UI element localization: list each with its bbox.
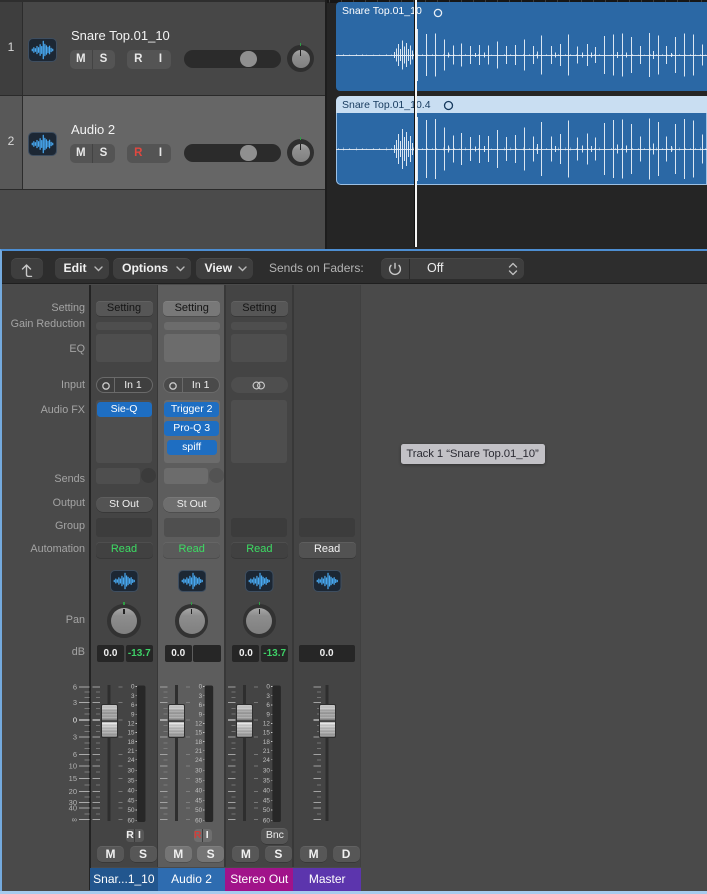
svg-text:3: 3 [199, 693, 203, 700]
svg-text:6: 6 [131, 702, 135, 709]
svg-text:10: 10 [69, 762, 77, 771]
svg-text:50: 50 [127, 807, 135, 814]
svg-text:21: 21 [127, 748, 135, 755]
svg-text:30: 30 [195, 767, 203, 774]
svg-text:∞: ∞ [72, 815, 77, 824]
svg-text:15: 15 [69, 774, 77, 783]
svg-text:45: 45 [195, 797, 203, 804]
svg-text:18: 18 [195, 739, 203, 746]
svg-text:3: 3 [131, 693, 135, 700]
svg-text:6: 6 [266, 702, 270, 709]
svg-text:21: 21 [263, 748, 271, 755]
svg-text:24: 24 [195, 757, 203, 764]
svg-text:15: 15 [263, 730, 271, 737]
svg-text:12: 12 [195, 721, 203, 728]
svg-text:3: 3 [73, 698, 77, 707]
svg-text:30: 30 [127, 767, 135, 774]
svg-text:35: 35 [127, 777, 135, 784]
svg-text:18: 18 [263, 739, 271, 746]
svg-text:12: 12 [263, 721, 271, 728]
svg-text:15: 15 [195, 730, 203, 737]
svg-text:0: 0 [73, 716, 77, 725]
svg-text:18: 18 [127, 739, 135, 746]
svg-text:3: 3 [73, 733, 77, 742]
svg-text:21: 21 [195, 748, 203, 755]
svg-text:60: 60 [127, 818, 135, 825]
svg-text:9: 9 [266, 712, 270, 719]
svg-text:60: 60 [263, 818, 271, 825]
svg-text:45: 45 [127, 797, 135, 804]
svg-text:60: 60 [195, 818, 203, 825]
svg-text:9: 9 [199, 712, 203, 719]
svg-text:40: 40 [127, 787, 135, 794]
svg-text:35: 35 [195, 777, 203, 784]
svg-text:50: 50 [195, 807, 203, 814]
svg-text:9: 9 [131, 712, 135, 719]
svg-text:6: 6 [73, 750, 77, 759]
svg-text:15: 15 [127, 730, 135, 737]
svg-text:20: 20 [69, 787, 77, 796]
svg-text:40: 40 [69, 804, 77, 813]
svg-text:0: 0 [131, 684, 135, 691]
svg-text:35: 35 [263, 777, 271, 784]
svg-text:45: 45 [263, 797, 271, 804]
svg-text:24: 24 [263, 757, 271, 764]
svg-text:0: 0 [199, 684, 203, 691]
svg-text:6: 6 [73, 683, 77, 692]
svg-text:0: 0 [266, 684, 270, 691]
svg-text:12: 12 [127, 721, 135, 728]
svg-text:30: 30 [263, 767, 271, 774]
svg-text:24: 24 [127, 757, 135, 764]
svg-text:40: 40 [195, 787, 203, 794]
svg-text:50: 50 [263, 807, 271, 814]
svg-text:6: 6 [199, 702, 203, 709]
svg-text:3: 3 [266, 693, 270, 700]
svg-text:40: 40 [263, 787, 271, 794]
